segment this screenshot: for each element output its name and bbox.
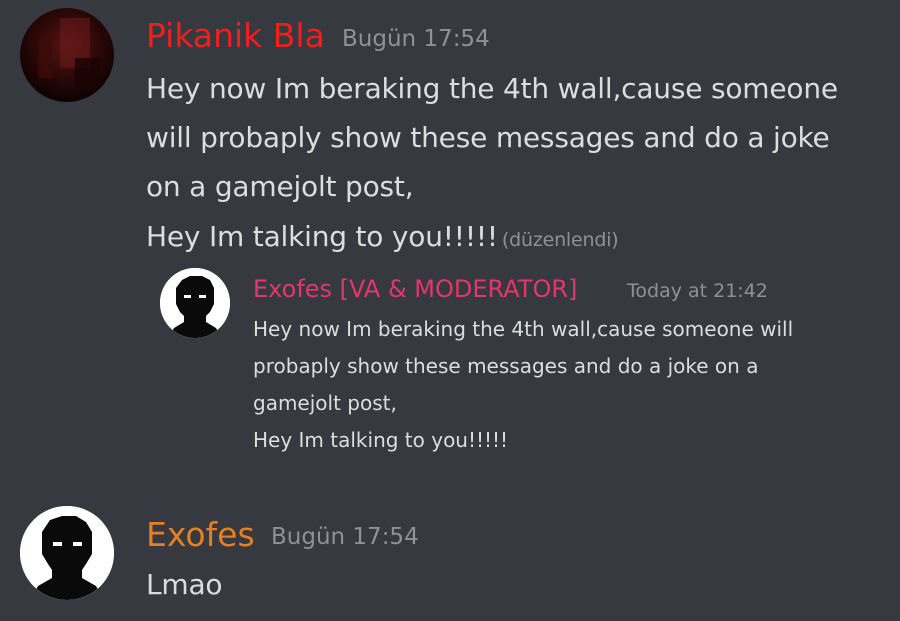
chat-area: Pikanik Bla Bugün 17:54 Hey now Im berak… — [0, 0, 900, 621]
edited-label: (düzenlendi) — [501, 229, 619, 251]
message-line: on a gamejolt post, — [146, 170, 414, 203]
avatar-exofes[interactable] — [20, 506, 114, 600]
message-line-edited: Hey Im talking to you!!!!! (düzenlendi) — [146, 220, 619, 257]
author-name[interactable]: Exofes — [146, 515, 255, 555]
embed-line: probaply show these messages and do a jo… — [253, 354, 759, 378]
embed-line: Hey now Im beraking the 4th wall,cause s… — [253, 317, 794, 341]
message-pikanik: Pikanik Bla Bugün 17:54 Hey now Im berak… — [0, 0, 900, 480]
author-name[interactable]: Pikanik Bla — [146, 16, 325, 56]
embed-line: gamejolt post, — [253, 391, 397, 415]
message-timestamp: Bugün 17:54 — [342, 26, 490, 52]
message-timestamp: Bugün 17:54 — [271, 524, 419, 550]
embed-line: Hey Im talking to you!!!!! — [253, 428, 509, 452]
message-line: will probaply show these messages and do… — [146, 121, 830, 154]
embed-avatar — [160, 268, 230, 338]
message-line-text: Hey Im talking to you!!!!! — [146, 220, 498, 253]
embed-timestamp: Today at 21:42 — [627, 280, 768, 302]
message-line: Hey now Im beraking the 4th wall,cause s… — [146, 72, 838, 105]
message-exofes: Exofes Bugün 17:54 Lmao — [0, 500, 900, 621]
embed-author-name: Exofes [VA & MODERATOR] — [253, 275, 578, 303]
message-line: Lmao — [146, 568, 223, 601]
embedded-image[interactable]: Exofes [VA & MODERATOR] Today at 21:42 H… — [146, 258, 856, 468]
avatar-pikanik[interactable] — [20, 8, 114, 102]
